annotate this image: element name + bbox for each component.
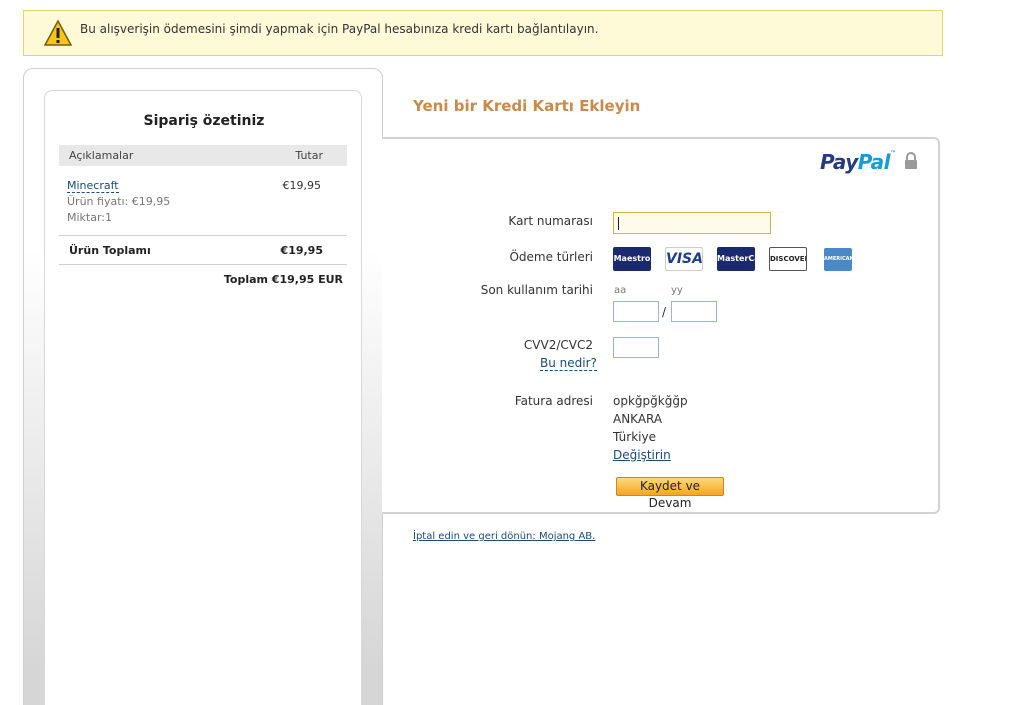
warning-banner: Bu alışverişin ödemesini şimdi yapmak iç… (23, 10, 943, 56)
text-caret (618, 217, 619, 230)
warning-text: Bu alışverişin ödemesini şimdi yapmak iç… (80, 22, 599, 36)
warning-icon (44, 20, 72, 46)
expiry-year-input[interactable] (671, 301, 717, 322)
item-price: €19,95 (282, 179, 322, 192)
billing-address-label: Fatura adresi (514, 394, 593, 408)
cancel-return-link[interactable]: İptal edin ve geri dönün: Mojang AB. (413, 531, 595, 542)
lock-icon (905, 152, 917, 169)
change-address-link[interactable]: Değiştirin (613, 448, 671, 462)
divider (59, 235, 347, 236)
item-quantity: Miktar:1 (67, 211, 113, 224)
paypal-logo-part1: Pay (820, 150, 858, 174)
order-summary-panel: Sipariş özetiniz Açıklamalar Tutar Minec… (23, 68, 383, 705)
amex-icon: AMERICAN EXPRESS (824, 248, 852, 271)
order-summary-title: Sipariş özetiniz (143, 113, 265, 129)
payment-types-label: Ödeme türleri (509, 250, 593, 264)
order-summary-box: Sipariş özetiniz Açıklamalar Tutar Minec… (44, 90, 362, 705)
visa-icon: VISA (665, 247, 703, 271)
card-number-label: Kart numarası (508, 214, 593, 228)
item-unit-price: Ürün fiyatı: €19,95 (67, 195, 171, 208)
expiry-label: Son kullanım tarihi (480, 283, 593, 297)
item-name-link[interactable]: Minecraft (67, 179, 119, 193)
expiry-month-label: aa (614, 285, 627, 296)
cvv-label: CVV2/CVC2 (523, 338, 593, 352)
expiry-month-input[interactable] (613, 301, 659, 322)
discover-icon: DISCOVER (769, 247, 807, 271)
divider (59, 264, 347, 265)
cvv-help-link[interactable]: Bu nedir? (540, 356, 597, 371)
card-number-input[interactable] (613, 212, 771, 234)
paypal-logo-part2: Pal (857, 150, 891, 174)
save-continue-button[interactable]: Kaydet ve Devam (616, 477, 724, 510)
paypal-logo-tm: ™ (890, 150, 896, 157)
amount-column-header: Tutar (295, 149, 323, 162)
maestro-icon: Maestro (613, 247, 651, 271)
billing-address-city: ANKARA (613, 412, 663, 426)
paypal-logo: PayPal™ (820, 150, 896, 174)
order-summary-header: Açıklamalar Tutar (59, 145, 347, 166)
section-title: Yeni bir Kredi Kartı Ekleyin (413, 97, 641, 115)
billing-address-country: Türkiye (613, 430, 656, 444)
cvv-input[interactable] (613, 337, 659, 358)
subtotal-label: Ürün Toplamı (69, 244, 151, 257)
description-column-header: Açıklamalar (69, 149, 134, 162)
subtotal-value: €19,95 (280, 244, 323, 257)
mastercard-icon: MasterCard (717, 247, 755, 271)
order-total: Toplam €19,95 EUR (223, 273, 343, 286)
expiry-year-label: yy (671, 285, 683, 296)
expiry-separator: / (662, 305, 667, 319)
billing-address-line1: opkğpğkğğp (613, 394, 688, 408)
